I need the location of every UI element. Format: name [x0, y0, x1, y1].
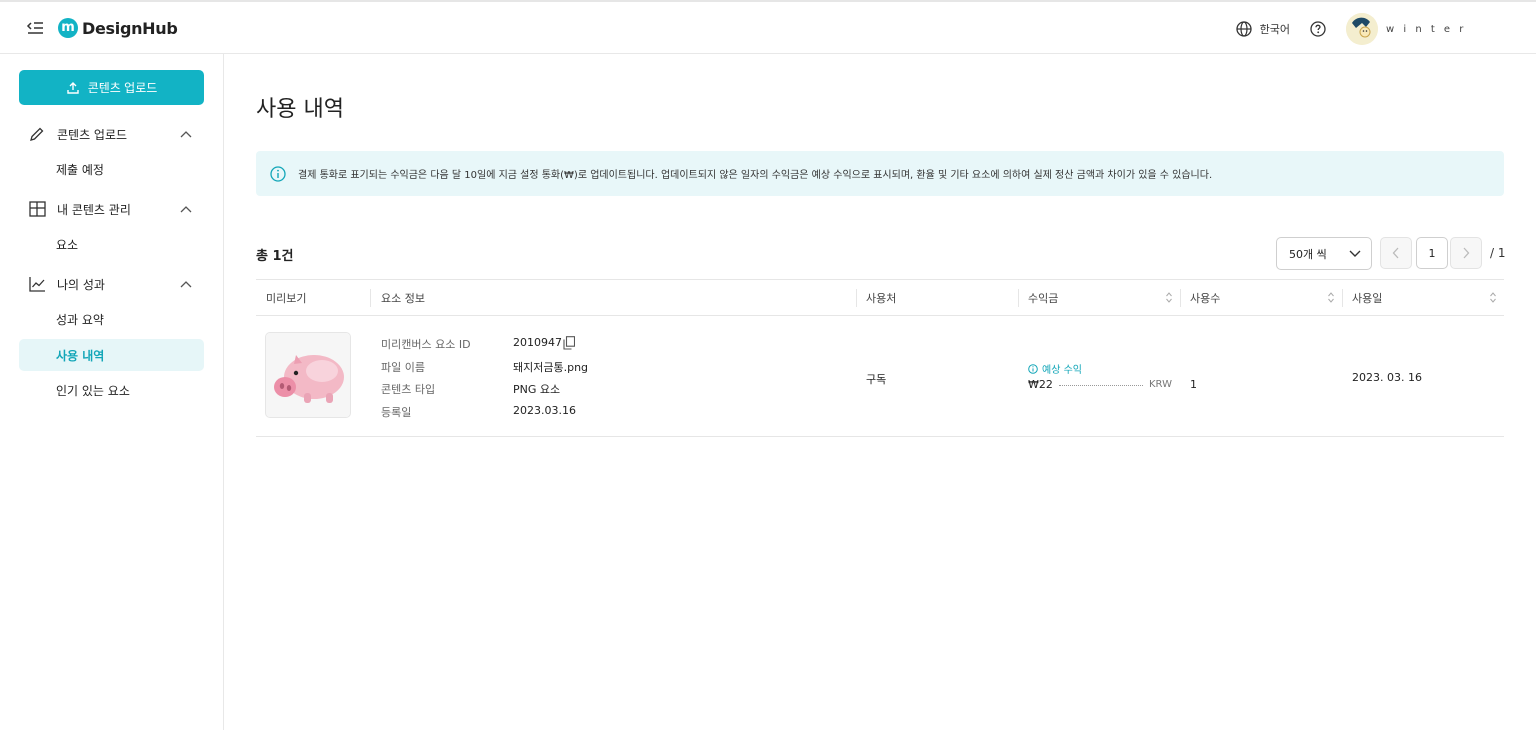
sidebar-group-content-upload[interactable]: 콘텐츠 업로드: [19, 118, 204, 150]
language-selector[interactable]: 한국어: [1235, 21, 1290, 37]
file-name: 돼지저금통.png: [513, 361, 589, 374]
column-count: 사용수: [1180, 280, 1342, 316]
column-preview: 미리보기: [266, 292, 307, 305]
usage-count: 1: [1190, 378, 1197, 391]
element-id: 2010947: [513, 336, 562, 349]
sidebar-group-performance[interactable]: 나의 성과: [19, 268, 204, 300]
column-label: 사용수: [1190, 292, 1221, 305]
chevron-right-icon: [1463, 247, 1470, 259]
info-icon: [1028, 363, 1038, 374]
username[interactable]: w i n t e r: [1386, 24, 1536, 35]
avatar[interactable]: [1346, 13, 1378, 45]
revenue-amount: ₩22: [1028, 378, 1053, 391]
upload-content-button[interactable]: 콘텐츠 업로드: [19, 70, 204, 105]
column-label: 사용일: [1352, 292, 1383, 305]
sidebar-group-my-content[interactable]: 내 콘텐츠 관리: [19, 193, 204, 225]
next-page-button[interactable]: [1450, 237, 1482, 269]
column-element-info: 요소 정보: [370, 280, 856, 316]
chevron-up-icon: [180, 127, 192, 141]
logo-text: DesignHub: [82, 18, 178, 38]
sort-icon[interactable]: [1328, 292, 1334, 306]
logo[interactable]: m DesignHub: [58, 17, 178, 39]
content-type: PNG 요소: [513, 383, 561, 396]
preview-thumbnail[interactable]: [265, 332, 351, 418]
chevron-left-icon: [1392, 247, 1399, 259]
prev-page-button[interactable]: [1380, 237, 1412, 269]
notice-banner: 결제 통화로 표기되는 수익금은 다음 달 10일에 지금 설정 통화(₩)로 …: [256, 151, 1504, 196]
column-usage: 사용처: [856, 280, 1018, 316]
info-label-file: 파일 이름: [381, 361, 425, 374]
expected-revenue-badge[interactable]: 예상 수익: [1028, 361, 1082, 376]
usage-table: 미리보기 요소 정보 사용처 수익금 사용수 사용일 미리캔버스 요소 ID 2…: [256, 279, 1504, 437]
help-button[interactable]: [1310, 21, 1326, 37]
per-page-select[interactable]: 50개 씩: [1276, 237, 1372, 270]
dotted-leader: [1058, 385, 1143, 386]
logo-mark: m: [58, 18, 78, 38]
table-row: 미리캔버스 요소 ID 2010947 파일 이름 돼지저금통.png 콘텐츠 …: [256, 316, 1504, 437]
info-label-id: 미리캔버스 요소 ID: [381, 338, 471, 351]
notice-text: 결제 통화로 표기되는 수익금은 다음 달 10일에 지금 설정 통화(₩)로 …: [298, 170, 1213, 181]
globe-icon: [1235, 21, 1252, 37]
usage-date: 2023. 03. 16: [1352, 371, 1422, 384]
chart-icon: [28, 275, 46, 293]
column-label: 수익금: [1028, 292, 1059, 305]
menu-collapse-icon[interactable]: [26, 20, 44, 36]
column-label: 사용처: [866, 292, 897, 305]
sidebar-item-elements[interactable]: 요소: [19, 228, 204, 260]
sort-icon[interactable]: [1490, 292, 1496, 306]
chevron-up-icon: [180, 202, 192, 216]
help-icon: [1310, 21, 1326, 37]
info-label-registered: 등록일: [381, 406, 412, 419]
table-header: 미리보기 요소 정보 사용처 수익금 사용수 사용일: [256, 279, 1504, 316]
sidebar-item-usage-history[interactable]: 사용 내역: [19, 339, 204, 371]
piggy-bank-image: [266, 333, 350, 417]
page-number-input[interactable]: 1: [1416, 237, 1448, 269]
column-date: 사용일: [1342, 280, 1504, 316]
expected-revenue-label: 예상 수익: [1042, 365, 1082, 376]
copy-icon[interactable]: [563, 336, 576, 353]
chevron-down-icon: [1349, 250, 1361, 257]
pencil-icon: [28, 125, 46, 143]
grid-icon: [28, 200, 46, 218]
revenue-currency: KRW: [1149, 379, 1172, 390]
page-title: 사용 내역: [256, 97, 344, 122]
sidebar-group-label: 내 콘텐츠 관리: [57, 202, 131, 217]
revenue-value: ₩22 KRW: [1028, 378, 1172, 391]
sidebar: 콘텐츠 업로드 콘텐츠 업로드 제출 예정 내 콘텐츠 관리 요소 나의 성과 …: [0, 54, 224, 730]
info-icon: [270, 165, 286, 182]
top-bar: m DesignHub 한국어 w i n t e r: [0, 0, 1536, 54]
sidebar-group-label: 콘텐츠 업로드: [57, 127, 128, 142]
total-count: 총 1건: [256, 249, 294, 264]
sort-icon[interactable]: [1166, 292, 1172, 306]
page-total: / 1: [1490, 246, 1506, 260]
language-label: 한국어: [1259, 23, 1290, 36]
per-page-value: 50개 씩: [1289, 247, 1327, 261]
sidebar-item-popular[interactable]: 인기 있는 요소: [19, 374, 204, 406]
registered-date: 2023.03.16: [513, 404, 576, 417]
column-label: 요소 정보: [381, 292, 425, 305]
sidebar-group-label: 나의 성과: [57, 277, 105, 292]
info-label-type: 콘텐츠 타입: [381, 383, 436, 396]
column-revenue: 수익금: [1018, 280, 1180, 316]
chevron-up-icon: [180, 277, 192, 291]
upload-button-label: 콘텐츠 업로드: [87, 81, 158, 95]
usage-place: 구독: [866, 373, 887, 386]
upload-icon: [67, 81, 79, 94]
main-content: 사용 내역 결제 통화로 표기되는 수익금은 다음 달 10일에 지금 설정 통…: [224, 54, 1536, 730]
sidebar-item-summary[interactable]: 성과 요약: [19, 303, 204, 335]
sidebar-item-pending[interactable]: 제출 예정: [19, 153, 204, 185]
